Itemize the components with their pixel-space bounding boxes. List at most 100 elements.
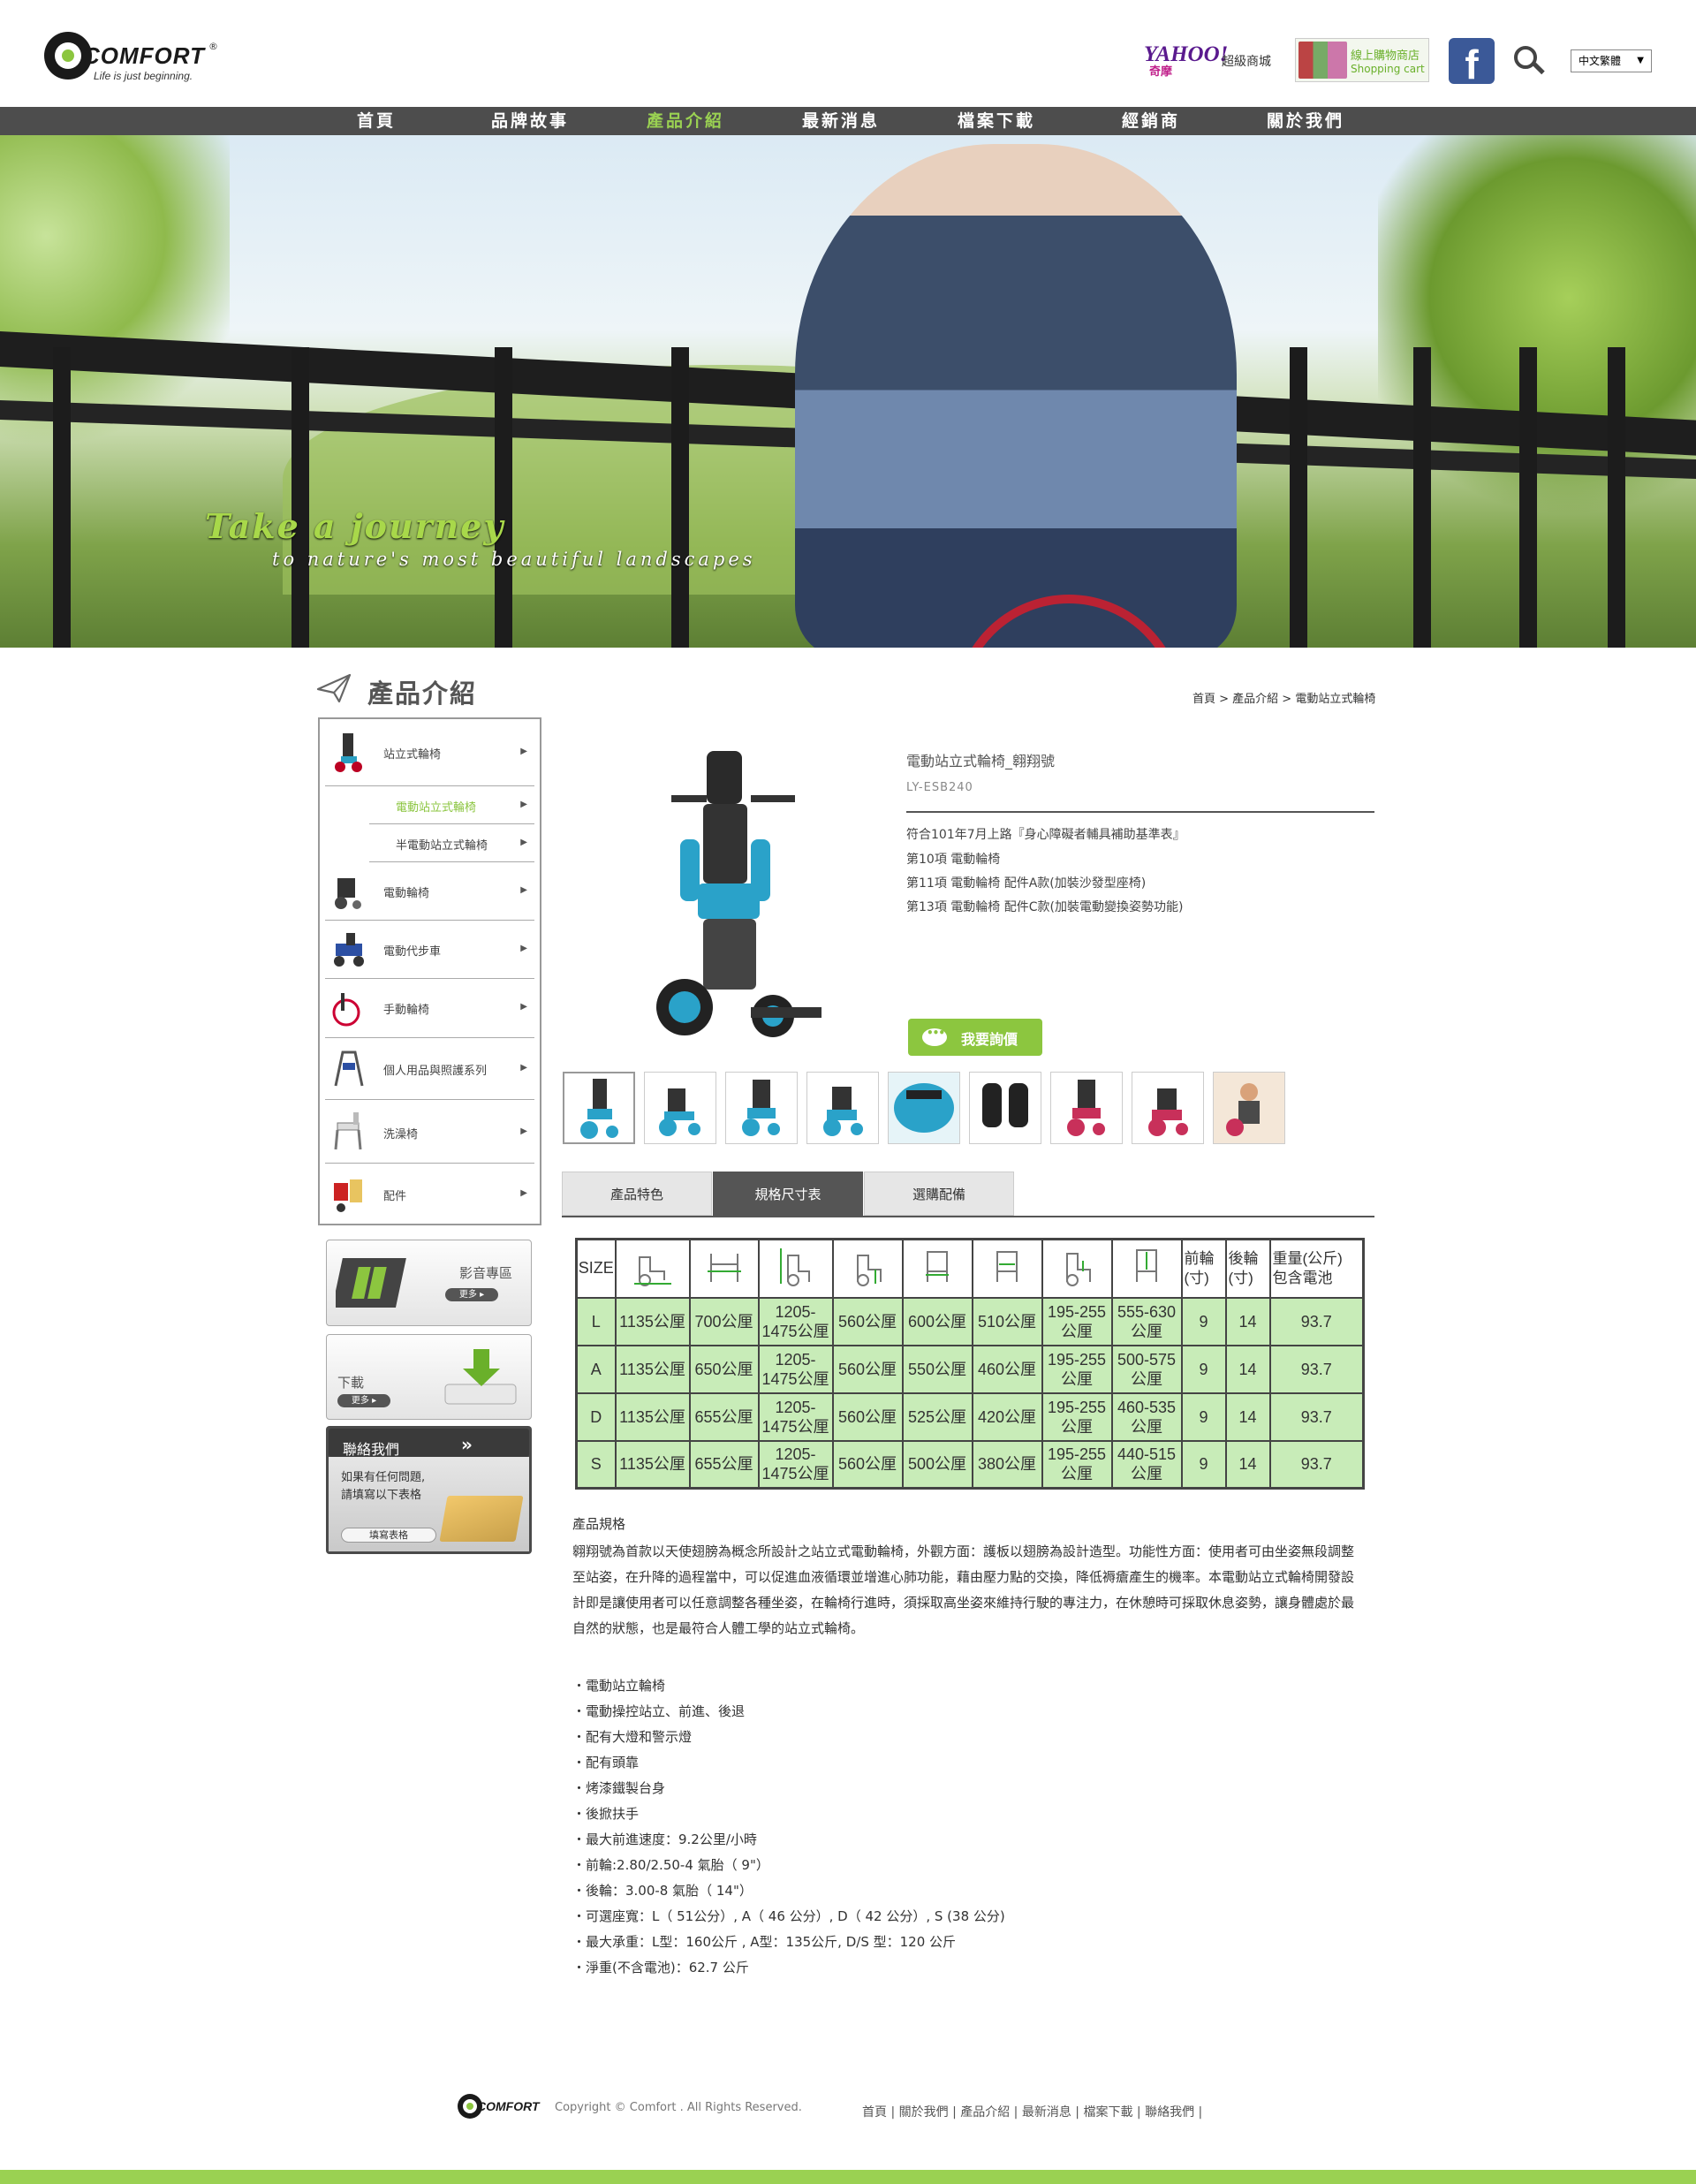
- facebook-icon[interactable]: f: [1449, 38, 1495, 84]
- video-zone-box[interactable]: 影音專區 更多 ▸: [326, 1240, 532, 1326]
- fill-form-button[interactable]: 填寫表格: [341, 1528, 436, 1543]
- product-divider: [906, 811, 1374, 813]
- gallery-thumb[interactable]: [644, 1072, 716, 1144]
- table-cell: 550公厘: [901, 1344, 973, 1394]
- inquiry-label: 我要詢價: [961, 1031, 1018, 1048]
- nav-downloads[interactable]: 檔案下載: [958, 107, 1035, 135]
- inquiry-button[interactable]: 我要詢價: [908, 1019, 1042, 1056]
- sidebar-item-scooter[interactable]: 電動代步車 ▶: [325, 921, 534, 979]
- sidebar-item-label: 站立式輪椅: [383, 748, 442, 762]
- chevron-right-icon: ▶: [520, 1126, 527, 1136]
- standing-wheelchair-icon: [335, 733, 362, 772]
- table-cell: 655公厘: [688, 1392, 760, 1442]
- shower-chair-icon: [334, 1112, 362, 1150]
- spec-bullet: ・最大前進速度：9.2公里/小時: [572, 1831, 757, 1847]
- overall-width-icon: [688, 1238, 760, 1299]
- table-cell: 1205- 1475公厘: [757, 1296, 834, 1346]
- film-reel-icon: [336, 1258, 406, 1308]
- tab-specifications[interactable]: 規格尺寸表: [713, 1172, 863, 1216]
- gallery-thumb[interactable]: [1050, 1072, 1123, 1144]
- breadcrumb[interactable]: 首頁 > 產品介紹 > 電動站立式輪椅: [1192, 689, 1378, 706]
- table-cell: 560公厘: [831, 1392, 904, 1442]
- table-cell: 14: [1224, 1439, 1271, 1490]
- gallery-thumb[interactable]: [1132, 1072, 1204, 1144]
- shopping-cart-link[interactable]: 線上購物商店 Shopping cart: [1295, 38, 1429, 82]
- spec-table-body: L 1135公厘 700公厘 1205- 1475公厘 560公厘 600公厘 510公厘 1…: [575, 1296, 1365, 1490]
- product-code: LY-ESB240: [906, 781, 973, 794]
- spec-bullet: ・前輪:2.80/2.50-4 氣胎（ 9"）: [572, 1857, 769, 1873]
- table-cell: 1135公厘: [614, 1392, 691, 1442]
- nav-brand-story[interactable]: 品牌故事: [491, 107, 569, 135]
- table-cell: 525公厘: [901, 1392, 973, 1442]
- table-cell: 700公厘: [688, 1296, 760, 1346]
- nav-dealers[interactable]: 經銷商: [1122, 107, 1180, 135]
- sidebar-item-accessories[interactable]: 配件 ▶: [325, 1164, 534, 1224]
- table-cell: 500公厘: [901, 1439, 973, 1490]
- product-desc-line: 第11項 電動輪椅 配件A款(加裝沙發型座椅): [906, 876, 1147, 891]
- table-cell: 560公厘: [831, 1296, 904, 1346]
- contact-line1: 如果有任何問題,: [341, 1471, 426, 1484]
- logo-reg: ®: [208, 41, 218, 52]
- spec-header-row: SIZE 前輪 (寸) 後輪 (寸) 重量(公斤) 包含電池: [575, 1238, 1365, 1299]
- table-cell: 93.7: [1268, 1392, 1365, 1442]
- tab-features[interactable]: 產品特色: [562, 1172, 712, 1216]
- product-desc-line: 符合101年7月上路『身心障礙者輔具補助基準表』: [906, 828, 1185, 842]
- download-box[interactable]: 下載 更多 ▸: [326, 1334, 532, 1420]
- table-cell: 195-255 公厘: [1041, 1296, 1113, 1346]
- chevron-right-icon: ▶: [520, 1002, 527, 1012]
- language-value: 中文繁體: [1579, 55, 1622, 67]
- sidebar-item-power-wheelchair[interactable]: 電動輪椅 ▶: [325, 862, 534, 921]
- nav-home[interactable]: 首頁: [357, 107, 396, 135]
- nav-about[interactable]: 關於我們: [1267, 107, 1344, 135]
- video-zone-title: 影音專區: [459, 1265, 513, 1281]
- spec-bullet: ・電動站立輪椅: [572, 1678, 666, 1694]
- gallery-thumb[interactable]: [563, 1072, 635, 1144]
- chevron-right-icon: ▶: [520, 1188, 527, 1198]
- sidebar-item-label: 手動輪椅: [383, 1004, 430, 1017]
- spec-table: SIZE 前輪 (寸) 後輪 (寸) 重量(公斤) 包含電池 L 1135公厘 70…: [575, 1238, 1365, 1490]
- sidebar-item-manual-wheelchair[interactable]: 手動輪椅 ▶: [325, 979, 534, 1038]
- table-cell: 510公厘: [971, 1296, 1043, 1346]
- download-more-button[interactable]: 更多 ▸: [337, 1394, 390, 1407]
- gallery-thumb[interactable]: [888, 1072, 960, 1144]
- product-desc-line: 第13項 電動輪椅 配件C款(加裝電動變換姿勢功能): [906, 900, 1184, 914]
- table-cell: 9: [1180, 1344, 1227, 1394]
- gallery-thumb[interactable]: [725, 1072, 798, 1144]
- laptop-icon: [439, 1496, 524, 1542]
- table-cell: S: [575, 1439, 617, 1490]
- sidebar-item-shower-chair[interactable]: 洗澡椅 ▶: [325, 1100, 534, 1164]
- gallery-thumb[interactable]: [806, 1072, 879, 1144]
- copyright-text: Copyright © Comfort . All Rights Reserve…: [555, 2101, 802, 2114]
- gallery-thumb[interactable]: [969, 1072, 1041, 1144]
- chevron-right-icon: ▶: [520, 800, 527, 809]
- overall-length-icon: [614, 1238, 691, 1299]
- sidebar-item-standing[interactable]: 站立式輪椅 ▶: [325, 719, 534, 786]
- gallery-thumb[interactable]: [1213, 1072, 1285, 1144]
- sidebar-subitem-semi-electric-standing[interactable]: 半電動站立式輪椅 ▶: [369, 824, 534, 862]
- video-more-button[interactable]: 更多 ▸: [445, 1288, 498, 1301]
- yahoo-sub: 奇摩: [1149, 64, 1173, 78]
- table-cell: 93.7: [1268, 1296, 1365, 1346]
- yahoo-mall-link[interactable]: YAHOO! 奇摩 超級商城: [1144, 42, 1276, 78]
- nav-news[interactable]: 最新消息: [802, 107, 880, 135]
- sidebar-item-personal-care[interactable]: 個人用品與照護系列 ▶: [325, 1038, 534, 1100]
- nav-products[interactable]: 產品介紹: [647, 107, 724, 135]
- table-cell: 1135公厘: [614, 1439, 691, 1490]
- footer-links[interactable]: 首頁 | 關於我們 | 產品介紹 | 最新消息 | 檔案下載 | 聯絡我們 |: [862, 2103, 1202, 2120]
- spec-bullet: ・淨重(不含電池)：62.7 公斤: [572, 1960, 749, 1975]
- search-icon[interactable]: [1514, 46, 1546, 78]
- spec-bullet: ・烤漆鐵製台身: [572, 1780, 666, 1796]
- mobility-scooter-icon: [334, 933, 364, 967]
- logo-tagline: Life is just beginning.: [94, 70, 193, 82]
- comfort-logo[interactable]: COMFORT ® Life is just beginning.: [44, 32, 221, 85]
- sidebar-subitem-electric-standing[interactable]: 電動站立式輪椅 ▶: [369, 786, 534, 824]
- footer-logo[interactable]: COMFORT: [458, 2094, 546, 2120]
- contact-box[interactable]: 聯絡我們 » 如果有任何問題, 請填寫以下表格 填寫表格: [326, 1426, 532, 1554]
- double-chevron-icon: »: [461, 1434, 473, 1455]
- chevron-right-icon: ▶: [520, 838, 527, 847]
- language-select[interactable]: 中文繁體 ▼: [1571, 49, 1652, 72]
- section-heading: 產品介紹: [316, 668, 581, 709]
- table-cell: 560公厘: [831, 1344, 904, 1394]
- table-cell: 195-255 公厘: [1041, 1392, 1113, 1442]
- tab-optional-equipment[interactable]: 選購配備: [864, 1172, 1014, 1216]
